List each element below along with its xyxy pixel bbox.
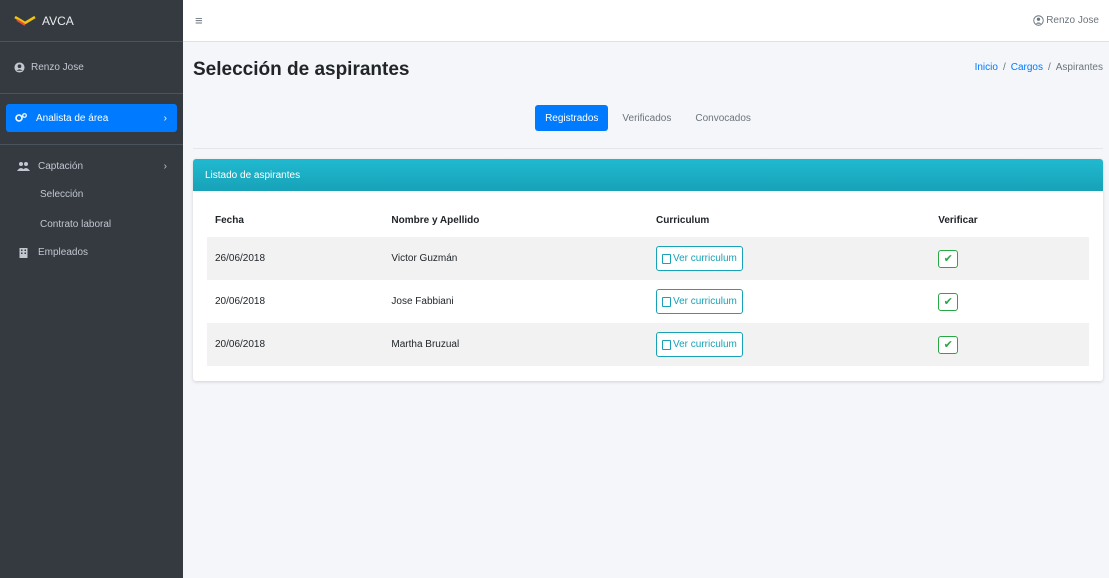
sidebar: AVCA Renzo Jose Analista de área › Capta… <box>0 0 183 578</box>
check-icon: ✔ <box>943 296 953 308</box>
sidebar-item-seleccion[interactable]: Selección <box>0 179 183 209</box>
table-header-row: Fecha Nombre y Apellido Curriculum Verif… <box>207 203 1089 237</box>
breadcrumb: Inicio / Cargos / Aspirantes <box>975 62 1103 73</box>
table-row: 26/06/2018 Victor Guzmán Ver curriculum … <box>207 237 1089 280</box>
ver-curriculum-button[interactable]: Ver curriculum <box>655 289 743 314</box>
main-content: Selección de aspirantes Inicio / Cargos / As… <box>183 43 1109 578</box>
check-icon: ✔ <box>943 253 953 265</box>
column-header-curriculum: Curriculum <box>655 214 710 226</box>
cell-nombre: Jose Fabbiani <box>391 296 454 307</box>
verify-check-button[interactable]: ✔ <box>938 249 959 268</box>
user-circle-icon <box>1033 15 1044 26</box>
file-pdf-icon <box>661 253 671 264</box>
sidebar-item-contrato[interactable]: Contrato laboral <box>0 209 183 239</box>
card-body: Fecha Nombre y Apellido Curriculum Verif… <box>193 191 1103 366</box>
divider <box>0 144 183 145</box>
check-icon: ✔ <box>943 339 953 351</box>
top-navbar: ≡ Renzo Jose <box>183 0 1109 42</box>
file-pdf-icon <box>661 339 671 350</box>
brand-link[interactable]: AVCA <box>0 0 183 42</box>
sidebar-item-label: Captación <box>38 160 84 172</box>
ver-curriculum-button[interactable]: Ver curriculum <box>655 332 743 357</box>
sidebar-item-captacion[interactable]: Captación › <box>0 153 183 179</box>
building-icon <box>16 247 30 258</box>
cell-nombre: Martha Bruzual <box>391 339 460 350</box>
button-label: Ver curriculum <box>672 253 737 264</box>
card-title: Listado de aspirantes <box>193 159 1103 191</box>
hamburger-icon[interactable]: ≡ <box>195 13 203 28</box>
chevron-right-icon: › <box>163 112 167 124</box>
tab-verificados[interactable]: Verificados <box>612 105 681 131</box>
button-label: Ver curriculum <box>672 296 737 307</box>
breadcrumb-cargos[interactable]: Cargos <box>1011 62 1043 73</box>
chevron-right-icon: › <box>163 160 167 172</box>
cell-curriculum: Ver curriculum <box>648 323 930 366</box>
user-name: Renzo Jose <box>31 62 84 73</box>
column-header-fecha: Fecha <box>215 214 244 226</box>
column-header-verificar: Verificar <box>938 214 978 226</box>
cell-fecha: 20/06/2018 <box>215 339 266 350</box>
sidebar-nav: Analista de área › Captación › Selección… <box>0 94 183 265</box>
column-header-nombre: Nombre y Apellido <box>391 214 480 226</box>
sidebar-item-label: Analista de área <box>36 112 109 124</box>
avca-logo <box>14 15 36 26</box>
cell-verificar: ✔ <box>930 323 1089 366</box>
breadcrumb-separator: / <box>1002 62 1006 73</box>
cell-curriculum: Ver curriculum <box>648 280 930 323</box>
cell-nombre: Victor Guzmán <box>391 253 458 264</box>
cell-verificar: ✔ <box>930 237 1089 280</box>
sidebar-item-label: Empleados <box>38 246 89 258</box>
sidebar-item-analista[interactable]: Analista de área › <box>6 104 177 132</box>
breadcrumb-inicio[interactable]: Inicio <box>975 62 998 73</box>
table-row: 20/06/2018 Martha Bruzual Ver curriculum… <box>207 323 1089 366</box>
cell-curriculum: Ver curriculum <box>648 237 930 280</box>
user-panel[interactable]: Renzo Jose <box>0 42 183 94</box>
table-row: 20/06/2018 Jose Fabbiani Ver curriculum … <box>207 280 1089 323</box>
page-title: Selección de aspirantes <box>193 59 410 80</box>
verify-check-button[interactable]: ✔ <box>938 292 959 311</box>
brand-name: AVCA <box>42 13 74 28</box>
breadcrumb-current: Aspirantes <box>1055 62 1103 73</box>
tab-bar: Registrados Verificados Convocados <box>193 105 1103 149</box>
cogs-icon <box>14 113 28 123</box>
tab-convocados[interactable]: Convocados <box>685 105 761 131</box>
tab-registrados[interactable]: Registrados <box>535 105 609 131</box>
sidebar-item-label: Selección <box>40 188 84 200</box>
cell-fecha: 26/06/2018 <box>215 253 266 264</box>
breadcrumb-separator: / <box>1047 62 1051 73</box>
sidebar-item-label: Contrato laboral <box>40 218 112 230</box>
ver-curriculum-button[interactable]: Ver curriculum <box>655 246 743 271</box>
verify-check-button[interactable]: ✔ <box>938 335 959 354</box>
cell-fecha: 20/06/2018 <box>215 296 266 307</box>
top-user-menu[interactable]: Renzo Jose <box>1033 15 1099 26</box>
top-user-name: Renzo Jose <box>1046 15 1099 26</box>
file-pdf-icon <box>661 296 671 307</box>
users-icon <box>16 161 30 171</box>
aspirantes-card: Listado de aspirantes Fecha Nombre y Ape… <box>193 159 1103 381</box>
cell-verificar: ✔ <box>930 280 1089 323</box>
sidebar-item-empleados[interactable]: Empleados <box>0 239 183 265</box>
aspirantes-table: Fecha Nombre y Apellido Curriculum Verif… <box>207 203 1089 366</box>
user-circle-icon <box>14 62 25 73</box>
button-label: Ver curriculum <box>672 339 737 350</box>
